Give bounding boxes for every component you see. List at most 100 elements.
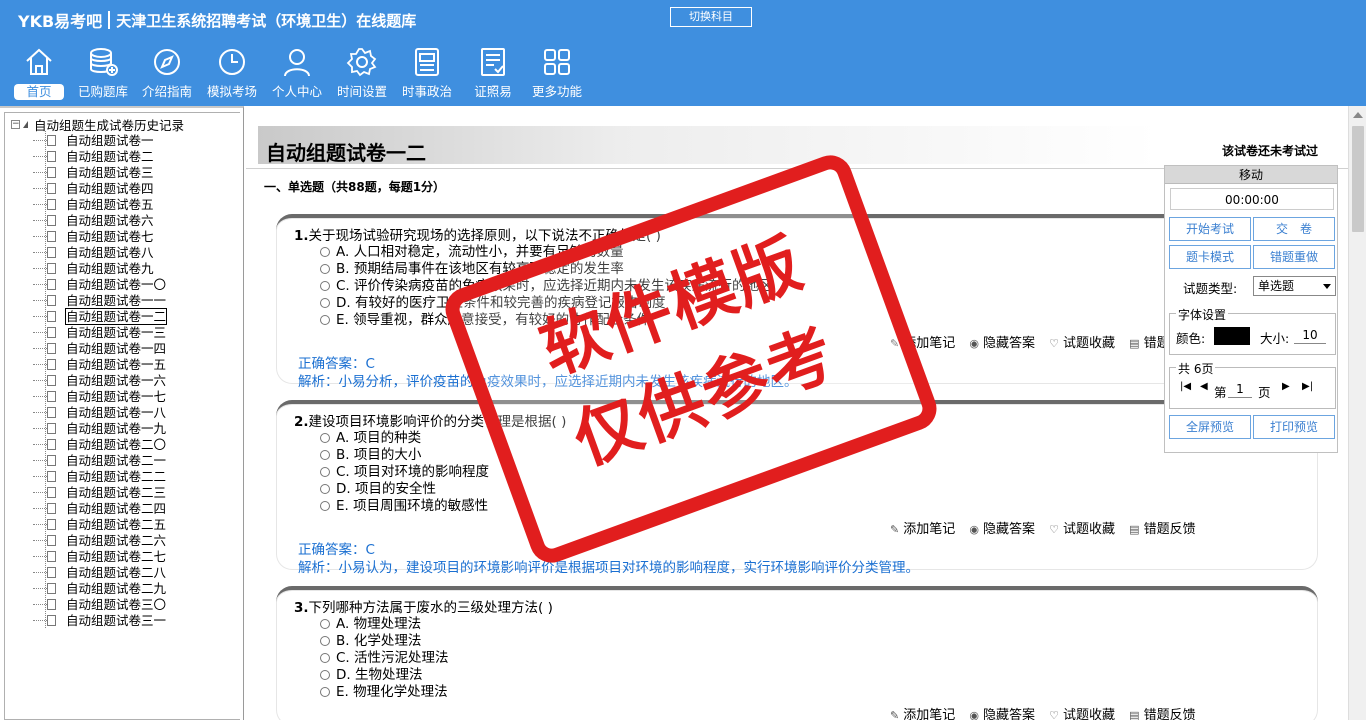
card-mode-button[interactable]: 题卡模式 — [1169, 245, 1251, 269]
tree-item[interactable]: 自动组题试卷二 — [33, 149, 166, 165]
add-note-button[interactable]: ✎ 添加笔记 — [890, 518, 955, 537]
option-a[interactable]: A. 物理处理法 — [320, 616, 421, 633]
add-note-button[interactable]: ✎ 添加笔记 — [890, 704, 955, 720]
pencil-icon: ✎ — [890, 709, 900, 720]
tree-item[interactable]: 自动组题试卷七 — [33, 229, 166, 245]
radio-button[interactable] — [320, 484, 330, 494]
tree-item[interactable]: 自动组题试卷二六 — [33, 533, 166, 549]
nav-more[interactable]: 更多功能 — [528, 46, 586, 104]
move-handle[interactable]: 移动 — [1165, 166, 1337, 184]
tree-item[interactable]: 自动组题试卷二四 — [33, 501, 166, 517]
tree-item[interactable]: 自动组题试卷二〇 — [33, 437, 166, 453]
radio-button[interactable] — [320, 433, 330, 443]
hide-answer-button[interactable]: ◉ 隐藏答案 — [969, 518, 1035, 537]
fullscreen-preview-button[interactable]: 全屏预览 — [1169, 415, 1251, 439]
color-swatch[interactable] — [1214, 327, 1250, 345]
tree-item[interactable]: 自动组题试卷六 — [33, 213, 166, 229]
radio-button[interactable] — [320, 298, 330, 308]
radio-button[interactable] — [320, 687, 330, 697]
radio-button[interactable] — [320, 501, 330, 511]
radio-button[interactable] — [320, 653, 330, 663]
option-a[interactable]: A. 项目的种类 — [320, 430, 421, 447]
radio-button[interactable] — [320, 467, 330, 477]
last-page-icon[interactable]: ▶| — [1302, 381, 1313, 392]
scroll-thumb[interactable] — [1352, 126, 1364, 232]
nav-label: 时间设置 — [336, 84, 387, 99]
tree-item[interactable]: 自动组题试卷五 — [33, 197, 166, 213]
nav-time-settings[interactable]: 时间设置 — [333, 46, 391, 104]
hide-answer-button[interactable]: ◉ 隐藏答案 — [969, 332, 1035, 351]
radio-button[interactable] — [320, 264, 330, 274]
font-size-input[interactable]: 10 — [1294, 327, 1326, 344]
radio-button[interactable] — [320, 315, 330, 325]
option-e[interactable]: E. 物理化学处理法 — [320, 684, 448, 701]
tree-item[interactable]: 自动组题试卷八 — [33, 245, 166, 261]
option-d[interactable]: D. 生物处理法 — [320, 667, 422, 684]
report-error-button[interactable]: ▤错题反馈 — [1129, 518, 1195, 537]
tree-item[interactable]: 自动组题试卷二七 — [33, 549, 166, 565]
tree-item[interactable]: 自动组题试卷二八 — [33, 565, 166, 581]
tree-item[interactable]: 自动组题试卷二二 — [33, 469, 166, 485]
nav-guide[interactable]: 介绍指南 — [138, 46, 196, 104]
radio-button[interactable] — [320, 670, 330, 680]
tree-item[interactable]: 自动组题试卷一 — [33, 133, 166, 149]
option-d[interactable]: D. 项目的安全性 — [320, 481, 436, 498]
nav-certificate[interactable]: 证照易 — [468, 46, 518, 104]
redo-wrong-button[interactable]: 错题重做 — [1253, 245, 1335, 269]
tree-item[interactable]: 自动组题试卷四 — [33, 181, 166, 197]
radio-button[interactable] — [320, 636, 330, 646]
option-c[interactable]: C. 活性污泥处理法 — [320, 650, 449, 667]
favorite-button[interactable]: ♡ 试题收藏 — [1049, 518, 1115, 537]
tree-item[interactable]: 自动组题试卷二五 — [33, 517, 166, 533]
tree-root[interactable]: − 自动组题生成试卷历史记录 — [11, 116, 184, 133]
tree-item[interactable]: 自动组题试卷三 — [33, 165, 166, 181]
next-page-icon[interactable]: ▶ — [1282, 381, 1290, 392]
first-page-icon[interactable]: |◀ — [1180, 381, 1191, 392]
nav-home[interactable]: 首页 — [14, 46, 64, 104]
tree-item[interactable]: 自动组题试卷二三 — [33, 485, 166, 501]
print-preview-button[interactable]: 打印预览 — [1253, 415, 1335, 439]
hide-answer-button[interactable]: ◉ 隐藏答案 — [969, 704, 1035, 720]
tree-item[interactable]: 自动组题试卷二一 — [33, 453, 166, 469]
nav-politics[interactable]: 时事政治 — [398, 46, 456, 104]
option-e[interactable]: E. 项目周围环境的敏感性 — [320, 498, 488, 515]
tree-item[interactable]: 自动组题试卷一九 — [33, 421, 166, 437]
nav-mock-exam[interactable]: 模拟考场 — [203, 46, 261, 104]
collapse-icon[interactable]: − — [11, 119, 20, 129]
tree-item[interactable]: 自动组题试卷一八 — [33, 405, 166, 421]
tree-item[interactable]: 自动组题试卷一二 — [33, 308, 168, 325]
question-title: 3.下列哪种方法属于废水的三级处理方法( ) — [294, 596, 553, 616]
tree-item[interactable]: 自动组题试卷一三 — [33, 325, 166, 341]
start-exam-button[interactable]: 开始考试 — [1169, 217, 1251, 241]
option-c[interactable]: C. 项目对环境的影响程度 — [320, 464, 489, 481]
tree-item[interactable]: 自动组题试卷一一 — [33, 293, 166, 309]
report-error-button[interactable]: ▤错题反馈 — [1129, 704, 1195, 720]
scroll-up-icon[interactable] — [1353, 112, 1363, 118]
tree-item[interactable]: 自动组题试卷一六 — [33, 373, 166, 389]
vertical-scrollbar[interactable] — [1348, 106, 1366, 720]
switch-subject-button[interactable]: 切换科目 — [670, 7, 752, 27]
tree-item[interactable]: 自动组题试卷三〇 — [33, 597, 166, 613]
radio-button[interactable] — [320, 281, 330, 291]
option-b[interactable]: B. 项目的大小 — [320, 447, 421, 464]
tree-item[interactable]: 自动组题试卷九 — [33, 261, 166, 277]
tree-item[interactable]: 自动组题试卷一四 — [33, 341, 166, 357]
tree-item[interactable]: 自动组题试卷二九 — [33, 581, 166, 597]
nav-purchased[interactable]: 已购题库 — [74, 46, 132, 104]
option-b[interactable]: B. 化学处理法 — [320, 633, 421, 650]
prev-page-icon[interactable]: ◀ — [1200, 381, 1208, 392]
tree-item[interactable]: 自动组题试卷一五 — [33, 357, 166, 373]
tree-item[interactable]: 自动组题试卷一〇 — [33, 277, 166, 293]
tree-item[interactable]: 自动组题试卷三一 — [33, 613, 166, 629]
page-prefix: 第 — [1214, 385, 1227, 400]
radio-button[interactable] — [320, 247, 330, 257]
favorite-button[interactable]: ♡ 试题收藏 — [1049, 704, 1115, 720]
radio-button[interactable] — [320, 450, 330, 460]
question-type-select[interactable]: 单选题 — [1253, 276, 1336, 296]
page-input[interactable]: 1 — [1228, 381, 1252, 398]
tree-item[interactable]: 自动组题试卷一七 — [33, 389, 166, 405]
nav-profile[interactable]: 个人中心 — [268, 46, 326, 104]
favorite-button[interactable]: ♡ 试题收藏 — [1049, 332, 1115, 351]
radio-button[interactable] — [320, 619, 330, 629]
submit-exam-button[interactable]: 交 卷 — [1253, 217, 1335, 241]
